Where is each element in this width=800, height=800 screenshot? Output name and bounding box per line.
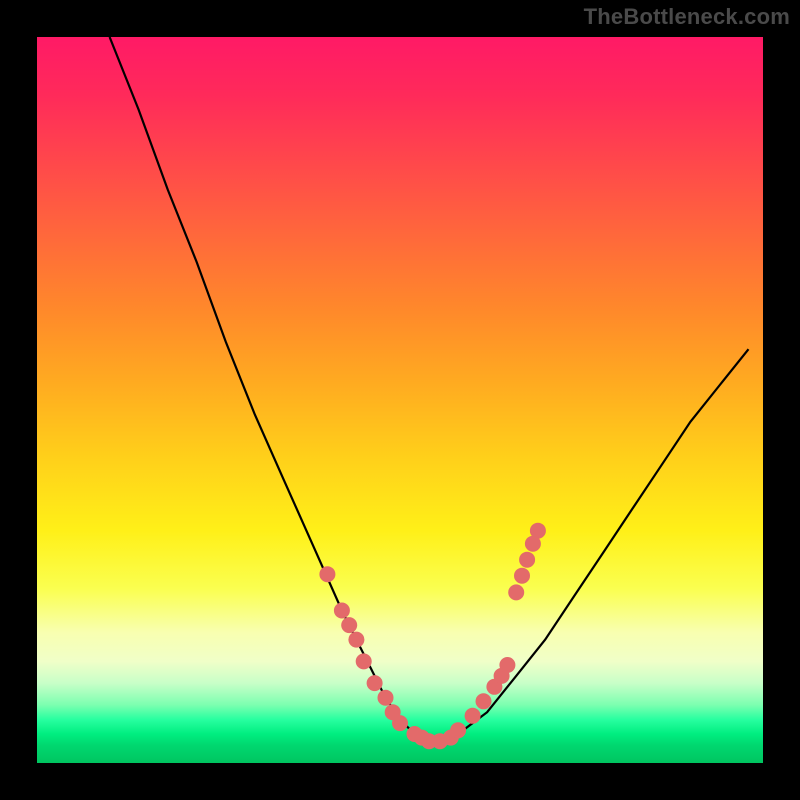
marker-dot — [367, 675, 383, 691]
marker-dot — [319, 566, 335, 582]
marker-dot — [450, 722, 466, 738]
plot-area — [37, 37, 763, 763]
highlight-markers — [319, 523, 546, 750]
marker-dot — [508, 584, 524, 600]
marker-dot — [476, 693, 492, 709]
marker-dot — [514, 568, 530, 584]
marker-dot — [530, 523, 546, 539]
marker-dot — [356, 653, 372, 669]
bottleneck-curve — [110, 37, 749, 741]
chart-frame: TheBottleneck.com — [0, 0, 800, 800]
marker-dot — [341, 617, 357, 633]
curve-path — [110, 37, 749, 741]
marker-dot — [378, 690, 394, 706]
marker-dot — [465, 708, 481, 724]
watermark-text: TheBottleneck.com — [584, 4, 790, 30]
marker-dot — [348, 632, 364, 648]
marker-dot — [499, 657, 515, 673]
marker-dot — [519, 552, 535, 568]
marker-dot — [392, 715, 408, 731]
chart-svg — [37, 37, 763, 763]
marker-dot — [334, 603, 350, 619]
